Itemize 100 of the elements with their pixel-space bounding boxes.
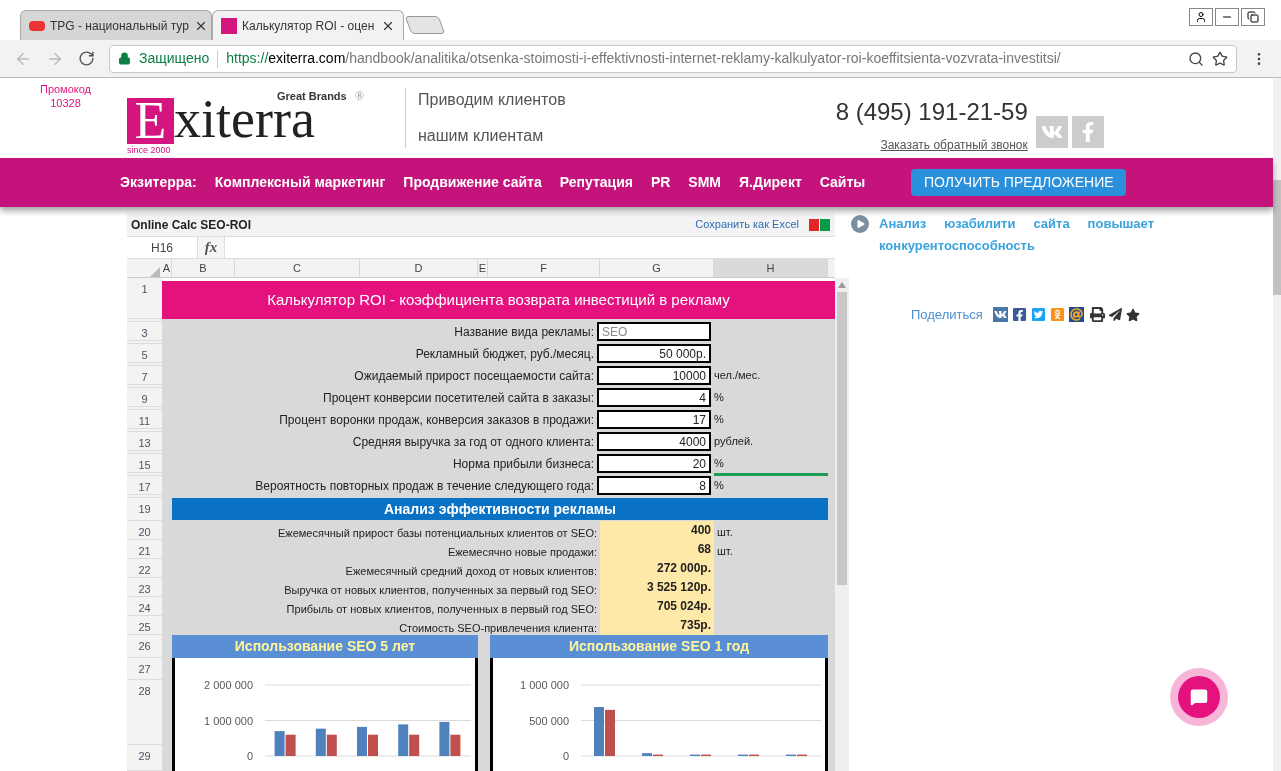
row-number: 23	[127, 578, 162, 597]
print-icon[interactable]	[1089, 307, 1105, 323]
facebook-share-icon[interactable]	[1011, 307, 1027, 323]
column-header[interactable]: F	[488, 259, 600, 277]
field-label: Вероятность повторных продаж в течение следующего года:	[254, 477, 595, 495]
send-icon[interactable]	[1108, 308, 1122, 322]
result-label: Прибыль от новых клиентов, полученных в первый год SEO:	[285, 602, 598, 616]
unit-label: рублей.	[714, 434, 754, 450]
nav-link[interactable]: Комплексный маркетинг	[214, 172, 386, 193]
column-header[interactable]: C	[235, 259, 360, 277]
result-value: 735р.	[600, 616, 714, 635]
sheet-title: Online Calc SEO-ROI	[131, 216, 253, 234]
input-field[interactable]: 17	[597, 410, 711, 429]
sheet-scrollbar[interactable]	[835, 278, 849, 771]
unit-label: %	[714, 478, 724, 494]
column-header[interactable]: E	[478, 259, 488, 277]
input-field[interactable]: 4	[597, 388, 711, 407]
field-label: Процент воронки продаж, конверсия заказов в продажи:	[278, 411, 595, 429]
star-icon[interactable]	[1125, 307, 1140, 322]
nav-link[interactable]: Продвижение сайта	[403, 172, 542, 193]
result-label: Ежемесячный прирост базы потенциальных клиентов от SEO:	[276, 526, 598, 540]
nav-link[interactable]: Я.Директ	[739, 172, 802, 193]
bar	[357, 726, 367, 756]
result-value: 68	[600, 540, 714, 559]
bar	[326, 734, 337, 756]
restore-icon	[1247, 11, 1259, 23]
cell-name-box[interactable]: H16	[127, 237, 197, 258]
nav-link[interactable]: Репутация	[559, 172, 633, 193]
row-number: 21	[127, 540, 162, 559]
row-number: 20	[127, 521, 162, 540]
field-label: Процент конверсии посетителей сайта в заказы:	[322, 389, 595, 407]
scroll-up-icon[interactable]	[838, 282, 846, 288]
row-number: 27	[127, 658, 162, 680]
browser-tab[interactable]: Калькулятор ROI - оцен	[212, 10, 404, 40]
axis-tick-label: 0	[246, 750, 253, 762]
profile-button[interactable]	[1189, 8, 1213, 26]
slogan-text: Приводим клиентов	[418, 90, 566, 110]
play-icon[interactable]	[851, 215, 869, 233]
axis-tick-label: 2 000 000	[204, 679, 253, 691]
bar	[285, 734, 296, 756]
field-label: Рекламный бюджет, руб./месяц.	[414, 345, 595, 363]
reload-icon[interactable]	[78, 50, 95, 67]
row-number: 9	[127, 388, 162, 407]
input-field[interactable]: 20	[597, 454, 711, 473]
column-header[interactable]: H	[714, 259, 828, 277]
input-field[interactable]: 10000	[597, 366, 711, 385]
nav-link[interactable]: SMM	[688, 172, 722, 193]
row-number: 13	[127, 432, 162, 451]
twitter-share-icon[interactable]	[1030, 307, 1046, 323]
tab-favicon-icon	[29, 20, 45, 31]
phone-number: 8 (495) 191-21-59	[835, 98, 1028, 126]
axis-tick-label: 500 000	[529, 714, 569, 727]
nav-link[interactable]: Сайты	[819, 172, 866, 193]
input-field[interactable]: 50 000р.	[597, 344, 711, 363]
chart-title: Использование SEO 5 лет	[172, 635, 478, 658]
page-scrollbar[interactable]	[1273, 78, 1281, 771]
bookmark-star-icon[interactable]	[1212, 50, 1228, 67]
result-label: Ежемесячно новые продажи:	[446, 545, 598, 559]
row-number: 15	[127, 454, 162, 473]
row-number: 1	[127, 278, 162, 319]
vk-share-icon[interactable]	[992, 307, 1008, 323]
restore-button[interactable]	[1241, 8, 1265, 26]
input-field[interactable]: 4000	[597, 432, 711, 451]
function-button[interactable]: fx	[197, 237, 225, 258]
url-text: https://exiterra.com/handbook/analitika/otsenka-stoimosti-i-effektivnosti-internet-reklamy-kalkulyator-roi-koeffitsienta-vozvrata-investitsi/	[226, 49, 1062, 68]
column-header[interactable]: D	[360, 259, 478, 277]
unit-label: %	[714, 456, 724, 472]
bar	[368, 734, 378, 756]
promo-code-text: Промокод	[39, 82, 92, 96]
chat-icon	[1190, 688, 1208, 706]
bar	[274, 731, 285, 756]
row-number: 28	[127, 680, 162, 745]
row-number: 29	[127, 745, 162, 771]
tab-title: TPG - национальный тур	[50, 17, 189, 35]
mail-share-icon[interactable]	[1068, 307, 1084, 323]
new-tab-button[interactable]	[404, 16, 446, 34]
row-number: 22	[127, 559, 162, 578]
address-field[interactable]: Защищено https://exiterra.com/handbook/analitika/otsenka-stoimosti-i-effektivnosti-internet-reklamy-kalkulyator-roi-koeffitsienta-vozvrata-investitsi/	[109, 44, 1237, 73]
minimize-button[interactable]	[1215, 8, 1239, 26]
input-field[interactable]: SEO	[597, 322, 711, 341]
save-excel-link[interactable]: Сохранить как Excel	[695, 216, 799, 233]
app-logo-icon	[809, 217, 831, 232]
section-header: Анализ эффективности рекламы	[172, 498, 828, 520]
input-field[interactable]: 8	[597, 476, 711, 495]
callback-link[interactable]: Заказать обратный звонок	[880, 136, 1028, 154]
tab-title: Калькулятор ROI - оцен	[242, 17, 376, 35]
zoom-icon[interactable]	[1188, 50, 1204, 67]
browser-tab[interactable]: TPG - национальный тур	[20, 10, 212, 40]
row-number: 24	[127, 597, 162, 616]
unit-label: шт.	[717, 525, 733, 540]
lock-icon	[118, 52, 131, 65]
unit-label: %	[714, 412, 724, 428]
tab-favicon-icon	[221, 17, 237, 34]
row-number: 3	[127, 322, 162, 341]
nav-link[interactable]: PR	[650, 172, 671, 193]
column-header[interactable]: A	[162, 259, 172, 277]
slogan-text: нашим клиентам	[418, 126, 545, 146]
column-header[interactable]: B	[172, 259, 235, 277]
bar	[605, 709, 615, 756]
unit-label: %	[714, 390, 724, 406]
